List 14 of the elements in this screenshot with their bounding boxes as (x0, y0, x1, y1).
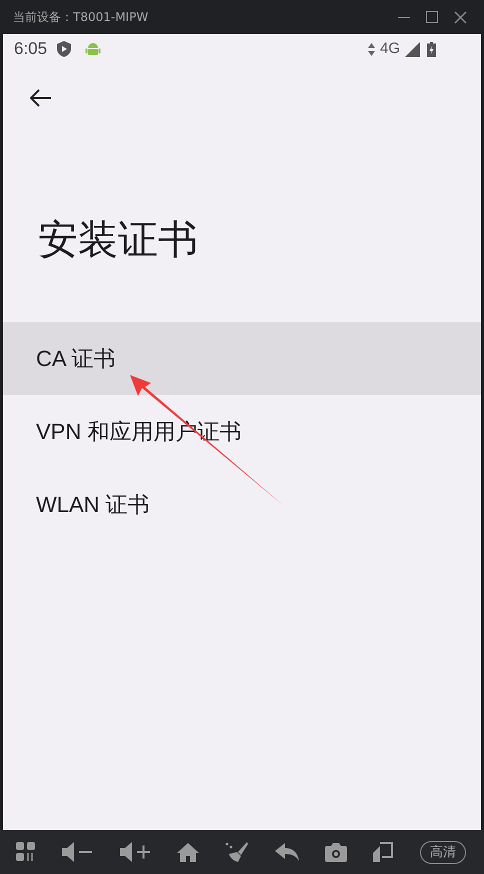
data-arrows-icon (368, 42, 375, 56)
maximize-button[interactable] (426, 11, 438, 23)
list-item[interactable]: CA 证书 (3, 322, 481, 395)
shield-icon (57, 41, 72, 57)
close-button[interactable] (454, 10, 467, 24)
window-title: 当前设备：T8001-MIPW (13, 9, 148, 26)
page-title: 安装证书 (38, 217, 198, 264)
signal-icon (405, 42, 420, 56)
status-time: 6:05 (14, 38, 48, 60)
android-icon (85, 41, 102, 57)
battery-icon (427, 42, 436, 56)
quality-button[interactable]: 高清 (420, 840, 466, 864)
list-item[interactable]: WLAN 证书 (3, 468, 481, 541)
network-type: 4G (380, 38, 400, 59)
